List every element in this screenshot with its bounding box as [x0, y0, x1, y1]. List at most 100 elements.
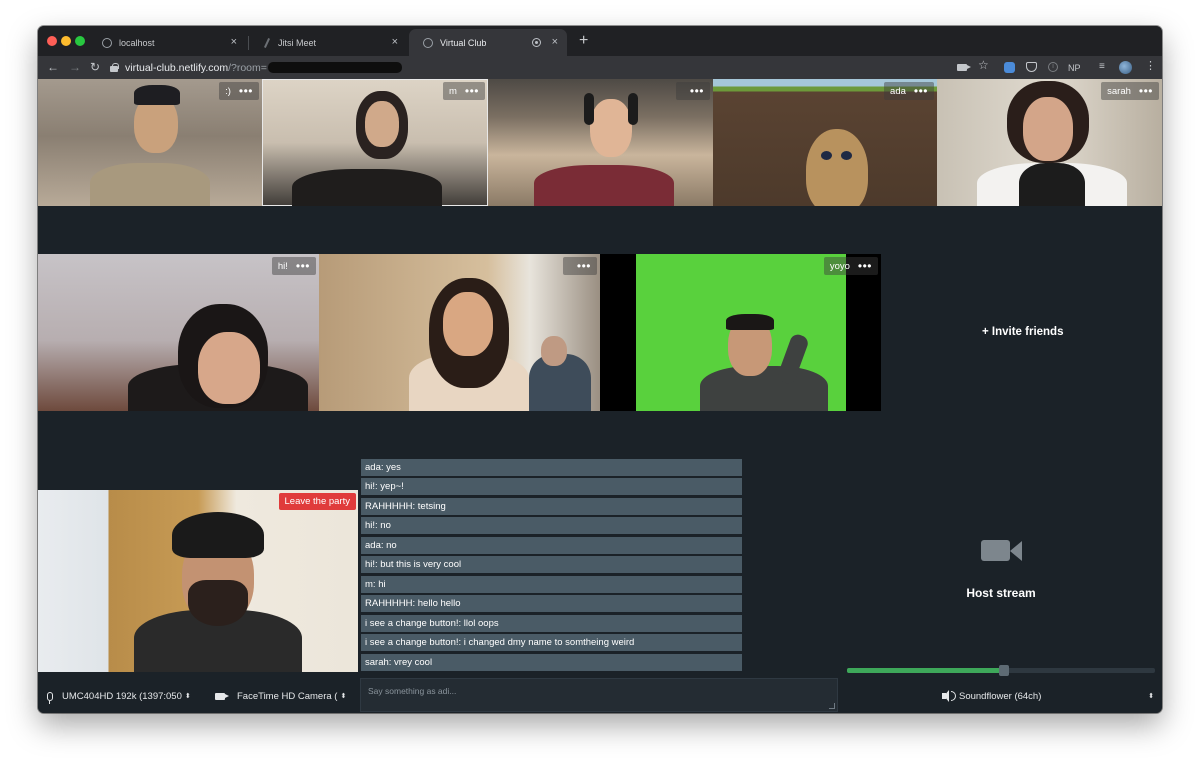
participant-name-badge: yoyo •••: [823, 257, 878, 275]
camera-select[interactable]: FaceTime HD Camera ( ⬍: [215, 686, 346, 706]
tab-jitsi-meet[interactable]: Jitsi Meet ×: [249, 29, 407, 56]
camera-in-use-icon[interactable]: [957, 64, 971, 71]
tab-title: Virtual Club: [440, 37, 487, 48]
participant-name: ada: [890, 85, 906, 97]
microphone-select[interactable]: UMC404HD 192k (1397:050 ⬍: [47, 686, 191, 706]
recording-indicator-icon[interactable]: [532, 38, 541, 47]
microphone-icon: [47, 691, 53, 704]
more-options-icon[interactable]: •••: [577, 260, 591, 272]
select-arrows-icon: ⬍: [184, 692, 191, 700]
participant-name-badge: sarah •••: [1101, 82, 1159, 100]
globe-icon: [423, 37, 433, 48]
volume-level: [847, 668, 1004, 673]
more-options-icon[interactable]: •••: [1139, 85, 1153, 97]
participant-name: sarah: [1107, 85, 1131, 97]
browser-toolbar: ← → ↻ virtual-club.netlify.com /?room= ☆…: [38, 56, 1162, 79]
info-icon[interactable]: i: [1048, 62, 1058, 72]
video-tile[interactable]: sarah •••: [937, 79, 1162, 206]
globe-icon: [102, 37, 112, 48]
close-tab-icon[interactable]: ×: [231, 37, 237, 48]
select-arrows-icon: ⬍: [340, 692, 347, 700]
url-host: virtual-club.netlify.com: [125, 61, 229, 74]
video-tile[interactable]: •••: [319, 254, 600, 411]
participant-name-badge: hi! •••: [271, 257, 316, 275]
back-arrow-icon[interactable]: ←: [47, 59, 59, 75]
video-tile-active-speaker[interactable]: m •••: [262, 79, 488, 206]
more-options-icon[interactable]: •••: [465, 85, 479, 97]
pocket-icon[interactable]: [1026, 62, 1037, 72]
extension-shield-icon[interactable]: [1004, 62, 1015, 73]
participant-name-badge: ada •••: [884, 82, 934, 100]
close-tab-icon[interactable]: ×: [552, 37, 558, 48]
participant-name-badge: m •••: [442, 82, 485, 100]
chat-message: ada: yes: [361, 459, 742, 476]
volume-slider-handle[interactable]: [999, 665, 1009, 676]
host-stream-panel[interactable]: Host stream: [840, 459, 1162, 662]
participant-name: :): [225, 85, 231, 97]
chat-message: i see a change button!: i changed dmy na…: [361, 634, 742, 652]
address-bar[interactable]: virtual-club.netlify.com /?room=: [110, 58, 990, 77]
redacted-room-id: [267, 62, 402, 73]
video-tile[interactable]: hi! •••: [38, 254, 319, 411]
camera-value: FaceTime HD Camera (: [237, 690, 338, 702]
lock-icon: [110, 63, 119, 72]
tab-strip: localhost × Jitsi Meet × Virtual Club × …: [38, 26, 1162, 56]
invite-friends-button[interactable]: + Invite friends: [982, 326, 1063, 338]
self-video-tile: Leave the party: [38, 490, 358, 672]
browser-window: localhost × Jitsi Meet × Virtual Club × …: [38, 26, 1162, 713]
microphone-value: UMC404HD 192k (1397:050: [62, 690, 182, 702]
video-tile[interactable]: •••: [488, 79, 713, 206]
chat-message: RAHHHHH: tetsing: [361, 497, 742, 515]
maximize-window-button[interactable]: [75, 36, 85, 46]
virtual-club-app: :) ••• m ••• ••• ada ••• sarah ••• hi! •…: [38, 79, 1162, 713]
audio-output-select[interactable]: Soundflower (64ch) ⬍: [942, 686, 1154, 706]
more-options-icon[interactable]: •••: [690, 85, 704, 97]
tab-title: Jitsi Meet: [278, 37, 317, 48]
video-tile-green-screen[interactable]: yoyo •••: [600, 254, 881, 411]
browser-menu-icon[interactable]: ⋮: [1145, 60, 1156, 72]
participant-name-badge: •••: [675, 82, 710, 100]
chat-message: hi!: but this is very cool: [361, 556, 742, 574]
chat-message: hi!: yep~!: [361, 478, 742, 496]
more-options-icon[interactable]: •••: [296, 260, 310, 272]
volume-slider[interactable]: [847, 665, 1155, 676]
chat-message: ada: no: [361, 536, 742, 554]
more-options-icon[interactable]: •••: [914, 85, 928, 97]
more-options-icon[interactable]: •••: [858, 260, 872, 272]
chat-message: hi!: no: [361, 517, 742, 535]
url-path: /?room=: [228, 61, 267, 74]
tab-title: localhost: [119, 37, 155, 48]
participant-name-badge: •••: [562, 257, 597, 275]
tab-localhost[interactable]: localhost ×: [88, 29, 246, 56]
np-extension-icon[interactable]: NP: [1068, 62, 1081, 74]
participant-name: hi!: [277, 260, 288, 272]
leave-party-button[interactable]: Leave the party: [278, 493, 356, 510]
forward-arrow-icon[interactable]: →: [69, 59, 81, 75]
video-camera-icon: [981, 540, 1022, 561]
participant-name: m: [448, 85, 457, 97]
new-tab-button[interactable]: +: [579, 32, 588, 50]
chat-log: ada: yes hi!: yep~! RAHHHHH: tetsing hi!: n…: [361, 459, 742, 674]
chat-message: RAHHHHH: hello hello: [361, 595, 742, 613]
reload-icon[interactable]: ↻: [90, 59, 100, 75]
bookmark-star-icon[interactable]: ☆: [978, 59, 989, 71]
chat-message: sarah: vrey cool: [361, 653, 742, 671]
host-stream-label: Host stream: [966, 586, 1036, 600]
profile-avatar-icon[interactable]: [1119, 61, 1132, 74]
audio-output-value: Soundflower (64ch): [959, 690, 1042, 702]
participant-name: yoyo: [829, 260, 850, 272]
chat-input[interactable]: Say something as adi...: [360, 678, 838, 712]
chat-message: m: hi: [361, 575, 742, 593]
close-tab-icon[interactable]: ×: [392, 37, 398, 48]
participant-name-badge: :) •••: [219, 82, 259, 100]
camera-icon: [215, 692, 229, 700]
more-options-icon[interactable]: •••: [239, 85, 253, 97]
feather-icon: [263, 38, 271, 48]
reading-list-icon[interactable]: ≡: [1099, 61, 1105, 73]
video-tile[interactable]: :) •••: [38, 79, 262, 206]
tab-virtual-club[interactable]: Virtual Club ×: [409, 29, 567, 56]
video-tile[interactable]: ada •••: [713, 79, 937, 206]
close-window-button[interactable]: [47, 36, 57, 46]
select-arrows-icon: ⬍: [1148, 692, 1154, 700]
minimize-window-button[interactable]: [61, 36, 71, 46]
